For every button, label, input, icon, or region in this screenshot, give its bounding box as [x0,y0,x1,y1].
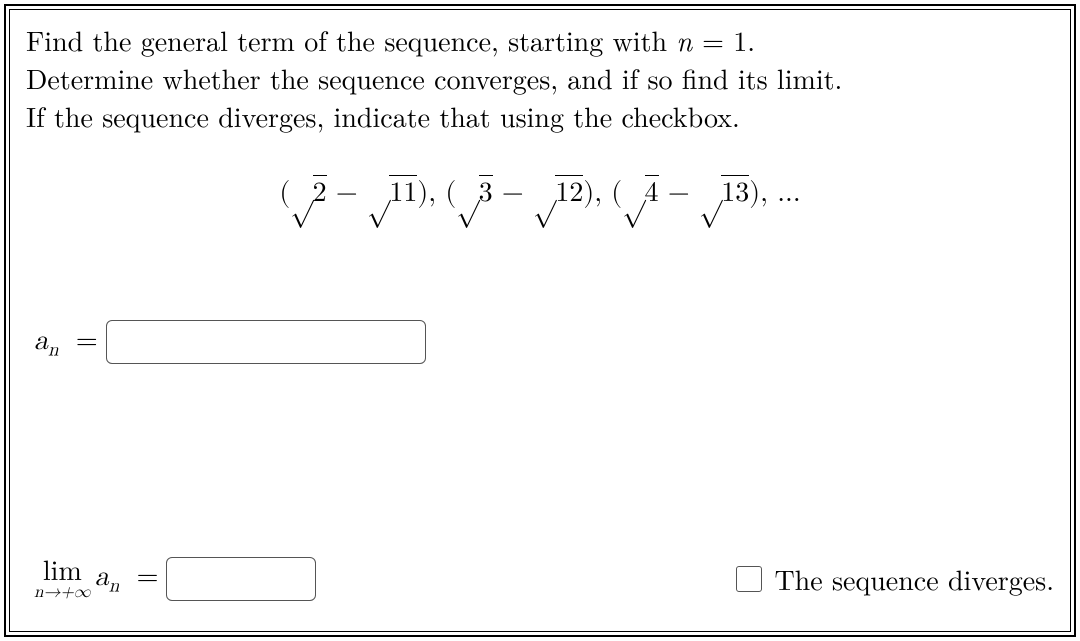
limit-an-label: an = [95,560,167,598]
outer-frame: Find the general term of the sequence, s… [4,4,1076,637]
limit-row: lim n→+∞ an = The sequence diverges. [26,557,1054,601]
problem-line-1: Find the general term of the sequence, s… [26,20,676,60]
problem-line-1-math: n = 1. [676,20,755,60]
limit-input[interactable] [166,557,316,601]
an-label: an = [34,324,106,362]
sequence-display: (2 − 11), (3 − 12), (4 − 13), ... [26,175,1054,210]
limit-label: lim n→+∞ [34,558,91,601]
diverges-group: The sequence diverges. [736,559,1054,599]
problem-line-2: Determine whether the sequence converges… [26,58,842,98]
problem-line-3: If the sequence diverges, indicate that … [26,96,740,136]
general-term-row: an = [26,320,1054,364]
diverges-label: The sequence diverges. [774,559,1054,599]
inner-frame: Find the general term of the sequence, s… [9,9,1071,632]
limit-row-left: lim n→+∞ an = [34,557,316,601]
diverges-checkbox[interactable] [736,566,762,592]
problem-statement: Find the general term of the sequence, s… [26,22,1054,135]
general-term-input[interactable] [106,320,426,364]
